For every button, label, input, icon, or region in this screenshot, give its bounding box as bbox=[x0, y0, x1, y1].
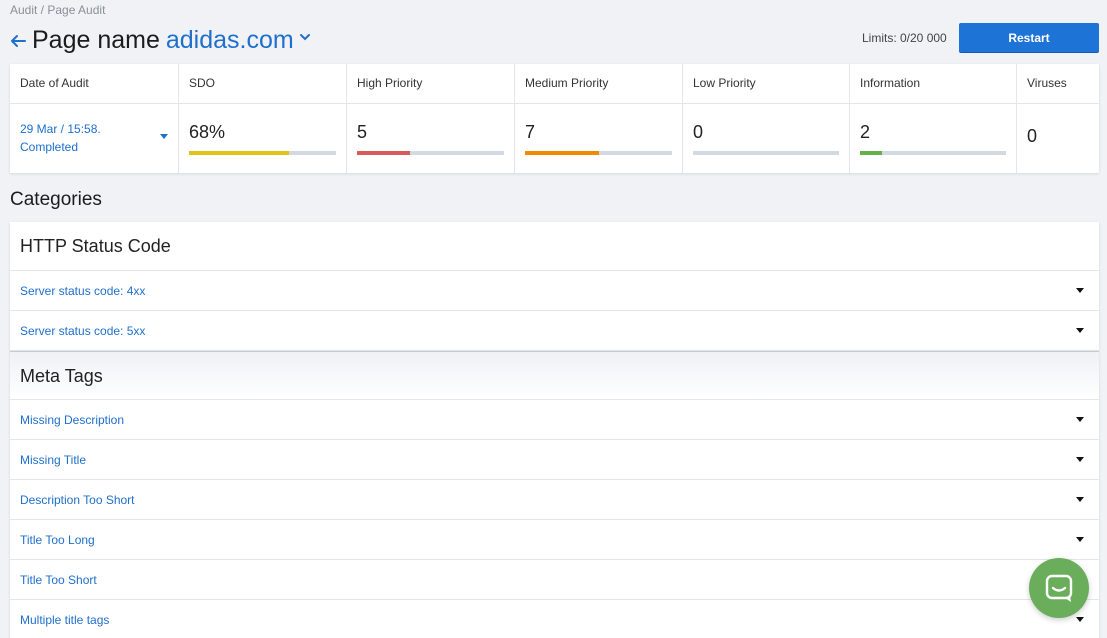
stat-value: 68% bbox=[189, 122, 226, 142]
caret-down-icon[interactable] bbox=[1076, 497, 1084, 502]
page-title: Page name bbox=[32, 25, 160, 54]
caret-down-icon[interactable] bbox=[1076, 417, 1084, 422]
date-value: 29 Mar / 15:58. Completed bbox=[20, 120, 101, 156]
stat-label: SDO bbox=[179, 64, 346, 104]
stat-progress-fill bbox=[525, 151, 599, 155]
category-http-status: HTTP Status Code Server status code: 4xx… bbox=[10, 222, 1099, 351]
limits-text: Limits: 0/20 000 bbox=[862, 31, 947, 45]
stat-value: 2 bbox=[860, 122, 871, 142]
stat-progress-fill bbox=[357, 151, 410, 155]
caret-down-icon[interactable] bbox=[1076, 288, 1084, 293]
stat-label: Medium Priority bbox=[515, 64, 682, 104]
stat-sdo: SDO 68% bbox=[179, 64, 347, 173]
category-row-label[interactable]: Missing Title bbox=[20, 453, 86, 467]
stat-label: Low Priority bbox=[683, 64, 849, 104]
chat-button[interactable] bbox=[1029, 558, 1089, 618]
stat-label: High Priority bbox=[347, 64, 514, 104]
stat-value: 5 bbox=[357, 122, 368, 142]
category-row-label[interactable]: Multiple title tags bbox=[20, 613, 109, 627]
stat-label: Information bbox=[850, 64, 1016, 104]
stat-value: 0 bbox=[693, 122, 704, 142]
caret-down-icon[interactable] bbox=[1076, 457, 1084, 462]
caret-down-icon[interactable] bbox=[1076, 617, 1084, 622]
stat-progress-bar bbox=[693, 151, 839, 155]
category-row[interactable]: Server status code: 4xx bbox=[10, 271, 1099, 311]
category-meta-tags: Meta Tags Missing Description Missing Ti… bbox=[10, 351, 1099, 638]
stat-progress-bar bbox=[189, 151, 336, 155]
category-row-label[interactable]: Server status code: 5xx bbox=[20, 324, 145, 338]
category-row[interactable]: Missing Description bbox=[10, 400, 1099, 440]
category-row-label[interactable]: Title Too Long bbox=[20, 533, 95, 547]
stat-progress-bar bbox=[860, 151, 1006, 155]
page-header: Page name adidas.com bbox=[9, 24, 312, 56]
chat-icon bbox=[1045, 574, 1073, 602]
category-row[interactable]: Missing Title bbox=[10, 440, 1099, 480]
audit-stats-panel: Date of Audit 29 Mar / 15:58. Completed … bbox=[10, 64, 1099, 173]
caret-down-icon[interactable] bbox=[1076, 537, 1084, 542]
stat-progress-bar bbox=[357, 151, 504, 155]
category-row-label[interactable]: Title Too Short bbox=[20, 573, 97, 587]
category-row[interactable]: Description Too Short bbox=[10, 480, 1099, 520]
stat-information[interactable]: Information 2 bbox=[850, 64, 1017, 173]
chevron-down-icon[interactable] bbox=[298, 30, 312, 44]
category-row-label[interactable]: Server status code: 4xx bbox=[20, 284, 145, 298]
category-row[interactable]: Title Too Long bbox=[10, 520, 1099, 560]
category-row[interactable]: Server status code: 5xx bbox=[10, 311, 1099, 351]
stat-low-priority[interactable]: Low Priority 0 bbox=[683, 64, 850, 173]
category-row-label[interactable]: Description Too Short bbox=[20, 493, 135, 507]
stat-date: Date of Audit 29 Mar / 15:58. Completed bbox=[10, 64, 179, 173]
date-selector[interactable]: 29 Mar / 15:58. Completed bbox=[10, 104, 178, 173]
audit-status: Completed bbox=[20, 140, 79, 154]
stat-high-priority[interactable]: High Priority 5 bbox=[347, 64, 515, 173]
date-time: 29 Mar / 15:58. bbox=[20, 122, 101, 136]
stat-medium-priority[interactable]: Medium Priority 7 bbox=[515, 64, 683, 173]
breadcrumb[interactable]: Audit / Page Audit bbox=[10, 3, 105, 17]
domain-selector[interactable]: adidas.com bbox=[166, 26, 294, 55]
restart-button[interactable]: Restart bbox=[959, 23, 1099, 53]
caret-down-icon[interactable] bbox=[160, 134, 168, 139]
category-title: HTTP Status Code bbox=[10, 222, 1099, 271]
stat-progress-fill bbox=[189, 151, 289, 155]
arrow-left-icon[interactable] bbox=[9, 32, 27, 50]
stat-value: 0 bbox=[1027, 126, 1038, 146]
stat-label: Viruses bbox=[1017, 64, 1099, 104]
stat-value: 7 bbox=[525, 122, 536, 142]
category-row[interactable]: Multiple title tags bbox=[10, 600, 1099, 638]
stat-date-label: Date of Audit bbox=[10, 64, 178, 104]
category-title: Meta Tags bbox=[10, 351, 1099, 400]
category-row-label[interactable]: Missing Description bbox=[20, 413, 124, 427]
categories-heading: Categories bbox=[10, 189, 102, 210]
category-row[interactable]: Title Too Short bbox=[10, 560, 1099, 600]
stat-progress-fill bbox=[860, 151, 882, 155]
stat-progress-bar bbox=[525, 151, 672, 155]
stat-viruses[interactable]: Viruses 0 bbox=[1017, 64, 1099, 173]
caret-down-icon[interactable] bbox=[1076, 328, 1084, 333]
